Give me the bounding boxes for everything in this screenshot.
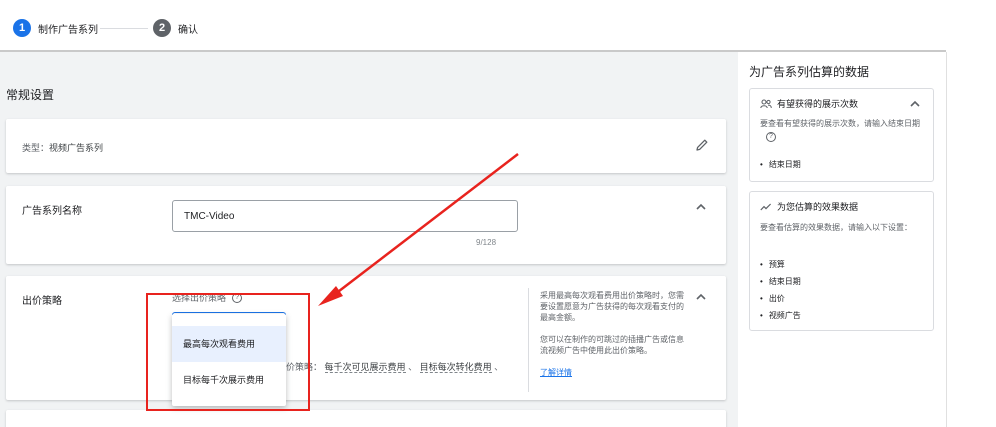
annotation-arrow: [318, 153, 519, 306]
